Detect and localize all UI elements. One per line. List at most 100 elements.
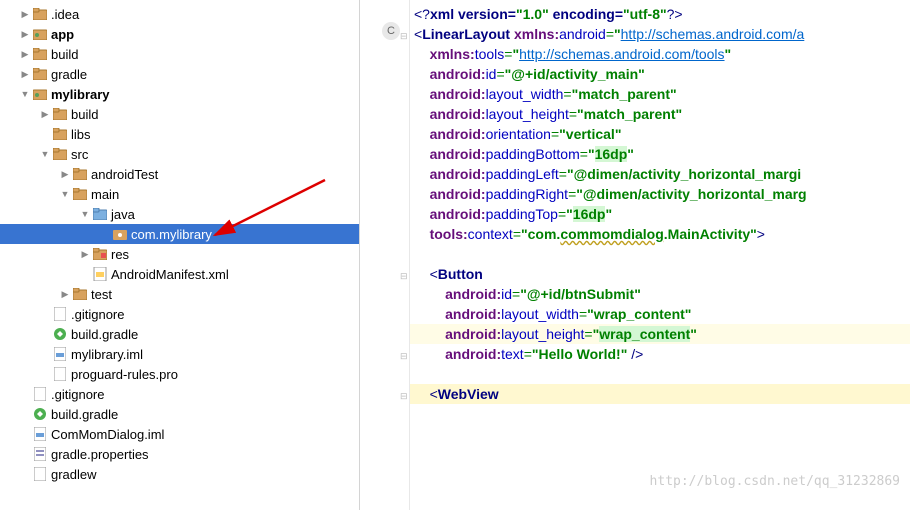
module-file-icon xyxy=(52,346,68,362)
code-line[interactable]: android:paddingTop="16dp" xyxy=(410,204,910,224)
tree-item-main[interactable]: ▼main xyxy=(0,184,359,204)
chevron-down-icon: ▼ xyxy=(40,149,50,159)
code-line[interactable]: android:layout_height="wrap_content" xyxy=(410,324,910,344)
fold-icon[interactable]: ⊟ xyxy=(400,346,410,356)
code-line[interactable]: android:layout_width="match_parent" xyxy=(410,84,910,104)
tree-label: mylibrary xyxy=(51,87,110,102)
tree-item-src[interactable]: ▼ src xyxy=(0,144,359,164)
code-line[interactable]: android:orientation="vertical" xyxy=(410,124,910,144)
tree-item-buildgradle[interactable]: build.gradle xyxy=(0,324,359,344)
tree-item-res[interactable]: ▶ res xyxy=(0,244,359,264)
folder-icon xyxy=(52,146,68,162)
module-icon xyxy=(32,26,48,42)
chevron-down-icon: ▼ xyxy=(20,89,30,99)
class-gutter-icon: C xyxy=(382,22,400,40)
chevron-right-icon: ▶ xyxy=(20,69,30,80)
tree-label: libs xyxy=(71,127,91,142)
tree-label: com.mylibrary xyxy=(131,227,212,242)
tree-item-rootiml[interactable]: ComMomDialog.iml xyxy=(0,424,359,444)
tree-item-test[interactable]: ▶test xyxy=(0,284,359,304)
code-line[interactable]: android:paddingRight="@dimen/activity_ho… xyxy=(410,184,910,204)
source-folder-icon xyxy=(92,206,108,222)
tree-item-mylibrary[interactable]: ▼ mylibrary xyxy=(0,84,359,104)
properties-file-icon xyxy=(32,446,48,462)
module-icon xyxy=(32,86,48,102)
code-line[interactable] xyxy=(410,244,910,264)
tree-label: src xyxy=(71,147,88,162)
folder-icon xyxy=(32,6,48,22)
resource-folder-icon xyxy=(92,246,108,262)
code-line[interactable]: <LinearLayout xmlns:android="http://sche… xyxy=(410,24,910,44)
tree-item-proguard[interactable]: proguard-rules.pro xyxy=(0,364,359,384)
fold-icon[interactable]: ⊟ xyxy=(400,26,410,36)
fold-icon[interactable]: ⊟ xyxy=(400,386,410,396)
tree-label: gradle.properties xyxy=(51,447,149,462)
file-icon xyxy=(32,466,48,482)
tree-item-idea[interactable]: ▶.idea xyxy=(0,4,359,24)
code-line[interactable]: android:id="@+id/btnSubmit" xyxy=(410,284,910,304)
tree-label: res xyxy=(111,247,129,262)
project-tree[interactable]: ▶.idea ▶ app ▶ build ▶gradle ▼ mylibrary ▶ b… xyxy=(0,0,360,510)
tree-item-app[interactable]: ▶ app xyxy=(0,24,359,44)
tree-label: mylibrary.iml xyxy=(71,347,143,362)
tree-label: proguard-rules.pro xyxy=(71,367,178,382)
tree-item-mybuild[interactable]: ▶ build xyxy=(0,104,359,124)
chevron-right-icon: ▶ xyxy=(20,49,30,60)
tree-item-gradleprops[interactable]: gradle.properties xyxy=(0,444,359,464)
tree-item-java[interactable]: ▼java xyxy=(0,204,359,224)
tree-item-iml[interactable]: mylibrary.iml xyxy=(0,344,359,364)
tree-item-package[interactable]: com.mylibrary xyxy=(0,224,359,244)
tree-item-androidtest[interactable]: ▶ androidTest xyxy=(0,164,359,184)
tree-label: build xyxy=(51,47,78,62)
code-editor[interactable]: C ⊟ ⊟ ⊟ ⊟ <?xml version="1.0" encoding="… xyxy=(360,0,910,510)
folder-icon xyxy=(52,106,68,122)
code-line[interactable]: android:id="@+id/activity_main" xyxy=(410,64,910,84)
tree-label: .gitignore xyxy=(51,387,104,402)
tree-item-manifest[interactable]: AndroidManifest.xml xyxy=(0,264,359,284)
chevron-right-icon: ▶ xyxy=(20,9,30,20)
code-line[interactable]: xmlns:tools="http://schemas.android.com/… xyxy=(410,44,910,64)
file-icon xyxy=(52,366,68,382)
chevron-right-icon: ▶ xyxy=(40,109,50,120)
code-line[interactable]: <?xml version="1.0" encoding="utf-8"?> xyxy=(410,4,910,24)
tree-label: ComMomDialog.iml xyxy=(51,427,164,442)
tree-label: build.gradle xyxy=(71,327,138,342)
chevron-down-icon: ▼ xyxy=(60,189,70,199)
code-line[interactable]: android:layout_width="wrap_content" xyxy=(410,304,910,324)
code-line[interactable]: android:paddingLeft="@dimen/activity_hor… xyxy=(410,164,910,184)
code-content[interactable]: <?xml version="1.0" encoding="utf-8"?> <… xyxy=(410,4,910,404)
tree-item-rootbuild[interactable]: build.gradle xyxy=(0,404,359,424)
tree-label: .gitignore xyxy=(71,307,124,322)
folder-icon xyxy=(72,286,88,302)
tree-item-gradlew[interactable]: gradlew xyxy=(0,464,359,484)
gradle-icon xyxy=(52,326,68,342)
editor-gutter: C ⊟ ⊟ ⊟ ⊟ xyxy=(360,0,410,510)
folder-icon xyxy=(72,166,88,182)
code-line[interactable]: android:text="Hello World!" /> xyxy=(410,344,910,364)
folder-icon xyxy=(72,186,88,202)
fold-icon[interactable]: ⊟ xyxy=(400,266,410,276)
code-line[interactable]: <WebView xyxy=(410,384,910,404)
tree-label: app xyxy=(51,27,74,42)
code-line[interactable]: <Button xyxy=(410,264,910,284)
tree-item-gitignore[interactable]: .gitignore xyxy=(0,304,359,324)
tree-label: build xyxy=(71,107,98,122)
tree-item-build[interactable]: ▶ build xyxy=(0,44,359,64)
tree-label: AndroidManifest.xml xyxy=(111,267,229,282)
code-line[interactable]: tools:context="com.commomdialog.MainActi… xyxy=(410,224,910,244)
code-line[interactable] xyxy=(410,364,910,384)
chevron-right-icon: ▶ xyxy=(20,29,30,40)
file-icon xyxy=(32,386,48,402)
code-line[interactable]: android:paddingBottom="16dp" xyxy=(410,144,910,164)
tree-item-rootgit[interactable]: .gitignore xyxy=(0,384,359,404)
chevron-right-icon: ▶ xyxy=(60,289,70,300)
chevron-right-icon: ▶ xyxy=(80,249,90,260)
tree-label: gradlew xyxy=(51,467,97,482)
chevron-right-icon: ▶ xyxy=(60,169,70,180)
code-line[interactable]: android:layout_height="match_parent" xyxy=(410,104,910,124)
package-icon xyxy=(112,226,128,242)
tree-item-gradle[interactable]: ▶gradle xyxy=(0,64,359,84)
tree-label: androidTest xyxy=(91,167,158,182)
tree-label: java xyxy=(111,207,135,222)
tree-item-libs[interactable]: libs xyxy=(0,124,359,144)
